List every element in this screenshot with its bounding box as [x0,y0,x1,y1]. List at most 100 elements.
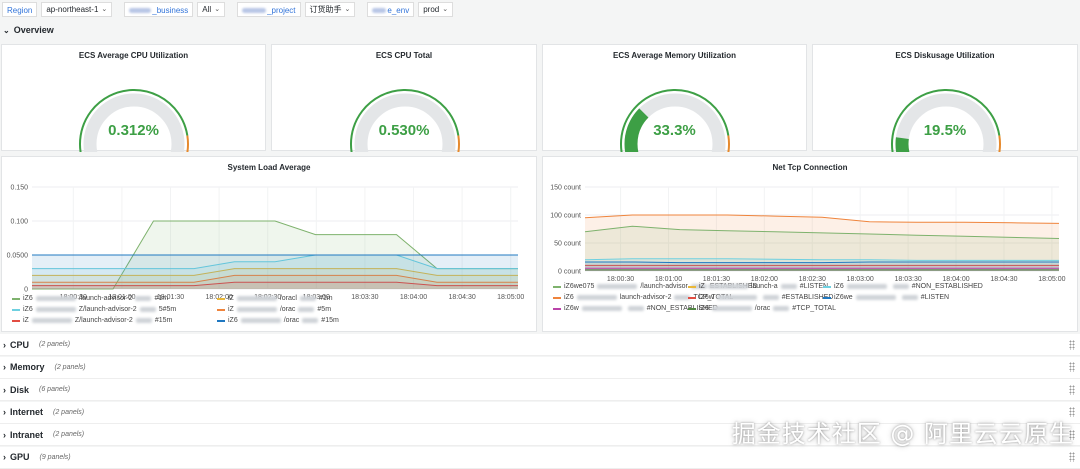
legend-suffix: #5m [317,306,332,313]
legend-text: /orac [283,317,300,324]
legend-item[interactable]: iZ/oracl #1m [217,295,333,302]
legend-item[interactable]: iZ6 Z/launch-advisor-2 5#5m [12,306,176,313]
legend-prefix: iZ [699,283,705,290]
legend-swatch [12,308,20,311]
legend-redacted [135,318,152,323]
legend-item[interactable]: iZ6w #ESTABLISHED [688,294,833,301]
legend-swatch [12,319,20,322]
gauge-value: 19.5% [923,122,967,139]
row-panel-count: (9 panels) [39,453,71,461]
legend-item[interactable]: iZ6 #NON_ESTABLISHED [823,283,983,290]
row-panel-count: (2 panels) [39,341,71,348]
gauge-value: 0.530% [378,122,430,139]
legend-redacted [892,284,909,289]
legend-redacted [302,318,319,323]
legend-item[interactable]: iZ Z/launch-advisor-2 #15m [12,317,172,324]
legend-swatch [217,297,225,300]
legend-prefix: iZ [23,317,29,324]
legend-item[interactable]: iZ/orac #5m [217,306,331,313]
y-tick-label: 0.100 [10,219,28,226]
legend-swatch [688,285,696,288]
row-title: Memory [10,362,45,372]
panel-title: Net Tcp Connection [772,163,848,172]
legend-redacted [627,306,644,311]
legend-suffix: 5#5m [158,306,177,313]
collapsed-row-memory[interactable]: › Memory (2 panels) [0,356,1080,379]
legend-item[interactable]: iZ launch-a #LISTEN [688,283,828,290]
collapsed-row-gpu[interactable]: › GPU (9 panels) [0,446,1080,469]
drag-handle-icon[interactable] [1069,384,1075,395]
legend-redacted [773,306,790,311]
legend-suffix: #15m [321,317,339,324]
project-variable-label: _project [237,1,301,17]
legend-text: /launch-advisor [640,283,688,290]
system-load-legend: iZ6/launch-advisor-2 #1m iZ/oracl #1m iZ6 Z/l… [2,293,538,331]
y-tick-label: 0.150 [10,185,28,192]
legend-suffix: #1m [154,295,169,302]
row-title: Internet [10,407,44,417]
legend-swatch [823,296,831,299]
overview-row-header[interactable]: ⌄ Overview [3,25,54,35]
legend-redacted [711,306,752,311]
legend-prefix: iZ [228,306,234,313]
legend-redacted [31,318,72,323]
drag-handle-icon[interactable] [1069,339,1075,350]
legend-item[interactable]: iZ6we #LISTEN [823,294,949,301]
project-variable-label-text: _project [267,5,296,15]
legend-swatch [688,296,696,299]
row-title: CPU [10,339,30,350]
row-title: Disk [10,384,30,395]
overview-row-title: Overview [13,25,54,35]
legend-redacted [581,306,622,311]
legend-text: launch-advisor-2 [619,294,672,301]
row-panel-count: (6 panels) [39,386,71,393]
legend-prefix: iZ [228,295,234,302]
legend-redacted [762,295,779,300]
legend-redacted [35,296,76,301]
row-title: Intranet [10,429,44,440]
watermark-text: 掘金技术社区 @ 阿里云云原生 [731,420,1074,448]
region-variable-value: ap-northeast-1 [46,4,99,14]
row-panel-count: (2 panels) [53,408,85,416]
legend-redacted [135,296,152,301]
business-variable-label: _business [124,1,194,17]
legend-text: /orac [279,306,296,313]
collapsed-row-cpu[interactable]: › CPU (2 panels) [0,334,1080,356]
legend-swatch [217,308,225,311]
legend-item[interactable]: iZ6/orac #TCP_TOTAL [688,305,836,312]
legend-redacted [236,296,277,301]
legend-redacted [707,284,748,289]
gauge-panel-cpu-avg: ECS Average CPU Utilization 0.312% [1,44,266,152]
chevron-down-icon: ⌄ [3,25,10,35]
legend-redacted [716,295,757,300]
chevron-right-icon: › [3,407,6,417]
chevron-right-icon: › [3,429,6,440]
legend-text: Z/launch-advisor-2 [74,317,133,324]
row-panel-count: (2 panels) [54,363,86,371]
project-variable-value: 订货助手 [309,4,342,14]
region-variable-select[interactable]: ap-northeast-1 ⌄ [41,1,113,17]
legend-item[interactable]: iZ6/orac #15m [217,317,339,324]
system-load-chart: 0.1500.1000.0500018:00:3018:01:0018:01:3… [7,185,525,302]
legend-prefix: iZ6w [564,305,579,312]
net-tcp-chart: 150 count100 count50 count0 count18:00:3… [550,185,1065,284]
chevron-right-icon: › [3,384,6,395]
drag-handle-icon[interactable] [1069,362,1075,372]
project-variable-select[interactable]: 订货助手 ⌄ [304,1,356,17]
env-variable-select[interactable]: prod ⌄ [418,1,454,17]
collapsed-row-disk[interactable]: › Disk (6 panels) [0,379,1080,401]
legend-suffix: #NON_ESTABLISHED [911,283,983,290]
gauge-value: 33.3% [653,122,696,139]
gauge-panel-disk-usage: ECS Diskusage Utilization 19.5% [812,44,1078,152]
legend-redacted [855,295,896,300]
y-tick-label: 0 count [558,269,581,276]
legend-redacted [139,307,156,312]
legend-item[interactable]: iZ6/launch-advisor-2 #1m [12,295,168,302]
legend-swatch [553,307,561,310]
legend-swatch [553,285,561,288]
business-variable-select[interactable]: All ⌄ [197,1,226,17]
legend-swatch [217,319,225,322]
dashboard-variables-bar: Region ap-northeast-1 ⌄ _business All ⌄ _p… [0,0,1080,18]
env-variable-value: prod [423,4,440,14]
chevron-down-icon: ⌄ [344,5,351,13]
